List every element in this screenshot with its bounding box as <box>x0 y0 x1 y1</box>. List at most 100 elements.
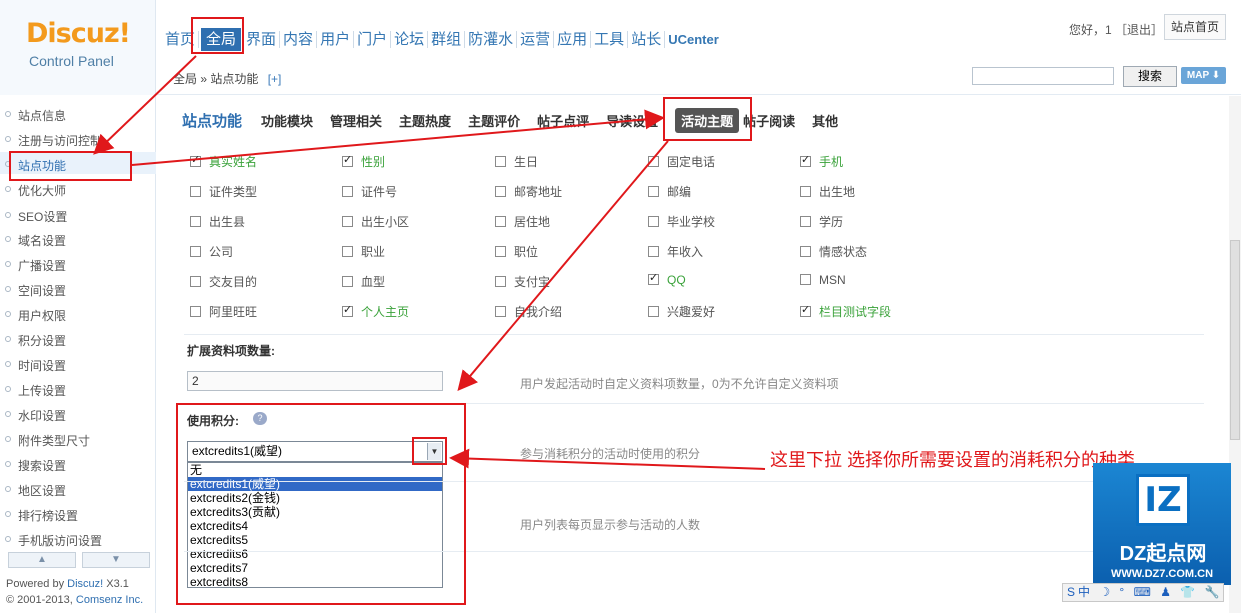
scroll-down-icon[interactable]: ▼ <box>82 552 150 568</box>
tab-5[interactable]: 导读设置 <box>606 111 658 130</box>
nav-item-5[interactable]: 门户 <box>354 30 392 48</box>
checkbox-icon[interactable] <box>190 246 201 257</box>
sidebar-item-4[interactable]: SEO设置 <box>4 208 67 225</box>
nav-item-8[interactable]: 防灌水 <box>465 30 518 48</box>
nav-item-13[interactable]: UCenter <box>665 31 722 48</box>
checkbox-icon[interactable] <box>800 274 811 285</box>
tab-1[interactable]: 管理相关 <box>330 111 382 130</box>
tab-0[interactable]: 功能模块 <box>261 111 313 130</box>
sidebar-item-15[interactable]: 地区设置 <box>4 482 66 499</box>
checkbox-icon[interactable] <box>342 303 353 317</box>
nav-item-12[interactable]: 站长 <box>628 30 666 48</box>
checkbox-icon[interactable] <box>648 246 659 257</box>
profile-field-checkbox[interactable]: 栏目测试字段 <box>800 303 891 320</box>
checkbox-icon[interactable] <box>495 216 506 227</box>
checkbox-icon[interactable] <box>648 306 659 317</box>
checkbox-icon[interactable] <box>495 246 506 257</box>
sidebar-item-12[interactable]: 水印设置 <box>4 407 66 424</box>
profile-field-checkbox[interactable]: 兴趣爱好 <box>648 303 715 320</box>
profile-field-checkbox[interactable]: 邮寄地址 <box>495 183 562 200</box>
ime-toolbar[interactable]: S中 ☽ ° ⌨ ♟ 👕 🔧 <box>1062 583 1224 602</box>
profile-field-checkbox[interactable]: 支付宝 <box>495 273 550 290</box>
profile-field-checkbox[interactable]: 职位 <box>495 243 538 260</box>
checkbox-icon[interactable] <box>800 246 811 257</box>
sidebar-item-1[interactable]: 注册与访问控制 <box>4 132 102 149</box>
sidebar-item-10[interactable]: 时间设置 <box>4 357 66 374</box>
nav-item-6[interactable]: 论坛 <box>391 30 429 48</box>
checkbox-icon[interactable] <box>342 276 353 287</box>
checkbox-icon[interactable] <box>495 156 506 167</box>
profile-field-checkbox[interactable]: 职业 <box>342 243 385 260</box>
profile-field-checkbox[interactable]: 真实姓名 <box>190 153 257 170</box>
sidebar-item-5[interactable]: 域名设置 <box>4 232 66 249</box>
nav-item-3[interactable]: 内容 <box>280 30 318 48</box>
profile-field-checkbox[interactable]: 学历 <box>800 213 843 230</box>
nav-item-9[interactable]: 运营 <box>517 30 555 48</box>
checkbox-icon[interactable] <box>800 153 811 167</box>
profile-field-checkbox[interactable]: 出生地 <box>800 183 855 200</box>
sidebar-item-8[interactable]: 用户权限 <box>4 307 66 324</box>
checkbox-icon[interactable] <box>190 306 201 317</box>
profile-field-checkbox[interactable]: 阿里旺旺 <box>190 303 257 320</box>
tab-3[interactable]: 主题评价 <box>468 111 520 130</box>
extend-count-input[interactable]: 2 <box>187 371 443 391</box>
breadcrumb-add-button[interactable]: [+] <box>268 72 282 86</box>
map-button[interactable]: MAP ⬇ <box>1181 67 1226 84</box>
logo[interactable]: Discuz! Control Panel <box>0 0 156 95</box>
checkbox-icon[interactable] <box>342 216 353 227</box>
sidebar-item-9[interactable]: 积分设置 <box>4 332 66 349</box>
scroll-up-icon[interactable]: ▲ <box>8 552 76 568</box>
tab-8[interactable]: 其他 <box>812 111 838 130</box>
profile-field-checkbox[interactable]: 自我介绍 <box>495 303 562 320</box>
profile-field-checkbox[interactable]: 生日 <box>495 153 538 170</box>
profile-field-checkbox[interactable]: 公司 <box>190 243 233 260</box>
profile-field-checkbox[interactable]: 交友目的 <box>190 273 257 290</box>
sidebar-item-14[interactable]: 搜索设置 <box>4 457 66 474</box>
search-input[interactable] <box>972 67 1114 85</box>
profile-field-checkbox[interactable]: 邮编 <box>648 183 691 200</box>
copyright-company-link[interactable]: Comsenz Inc. <box>76 594 143 606</box>
nav-item-7[interactable]: 群组 <box>428 30 466 48</box>
checkbox-icon[interactable] <box>190 186 201 197</box>
checkbox-icon[interactable] <box>648 186 659 197</box>
checkbox-icon[interactable] <box>800 186 811 197</box>
profile-field-checkbox[interactable]: 出生县 <box>190 213 245 230</box>
checkbox-icon[interactable] <box>495 276 506 287</box>
profile-field-checkbox[interactable]: 居住地 <box>495 213 550 230</box>
nav-item-10[interactable]: 应用 <box>554 30 592 48</box>
tab-4[interactable]: 帖子点评 <box>537 111 589 130</box>
profile-field-checkbox[interactable]: 情感状态 <box>800 243 867 260</box>
profile-field-checkbox[interactable]: 年收入 <box>648 243 703 260</box>
profile-field-checkbox[interactable]: 个人主页 <box>342 303 409 320</box>
profile-field-checkbox[interactable]: MSN <box>800 273 846 287</box>
sidebar-item-17[interactable]: 手机版访问设置 <box>4 532 102 549</box>
sidebar-item-0[interactable]: 站点信息 <box>4 107 66 124</box>
tab-2[interactable]: 主题热度 <box>399 111 451 130</box>
checkbox-icon[interactable] <box>495 186 506 197</box>
checkbox-icon[interactable] <box>648 216 659 227</box>
checkbox-icon[interactable] <box>648 271 659 285</box>
user-greeting[interactable]: 您好，1 ［退出］ <box>1069 21 1163 38</box>
checkbox-icon[interactable] <box>648 156 659 167</box>
profile-field-checkbox[interactable]: 证件号 <box>342 183 397 200</box>
checkbox-icon[interactable] <box>800 216 811 227</box>
nav-item-2[interactable]: 界面 <box>243 30 281 48</box>
powered-brand-link[interactable]: Discuz! <box>67 578 103 590</box>
profile-field-checkbox[interactable]: 性别 <box>342 153 385 170</box>
nav-item-4[interactable]: 用户 <box>317 30 355 48</box>
profile-field-checkbox[interactable]: QQ <box>648 271 686 287</box>
sidebar-item-11[interactable]: 上传设置 <box>4 382 66 399</box>
checkbox-icon[interactable] <box>190 216 201 227</box>
profile-field-checkbox[interactable]: 血型 <box>342 273 385 290</box>
checkbox-icon[interactable] <box>495 306 506 317</box>
checkbox-icon[interactable] <box>342 153 353 167</box>
sidebar-item-13[interactable]: 附件类型尺寸 <box>4 432 90 449</box>
checkbox-icon[interactable] <box>800 303 811 317</box>
profile-field-checkbox[interactable]: 固定电话 <box>648 153 715 170</box>
profile-field-checkbox[interactable]: 毕业学校 <box>648 213 715 230</box>
sidebar-item-7[interactable]: 空间设置 <box>4 282 66 299</box>
checkbox-icon[interactable] <box>190 153 201 167</box>
sidebar-item-3[interactable]: 优化大师 <box>4 182 66 199</box>
sidebar-item-6[interactable]: 广播设置 <box>4 257 66 274</box>
profile-field-checkbox[interactable]: 证件类型 <box>190 183 257 200</box>
